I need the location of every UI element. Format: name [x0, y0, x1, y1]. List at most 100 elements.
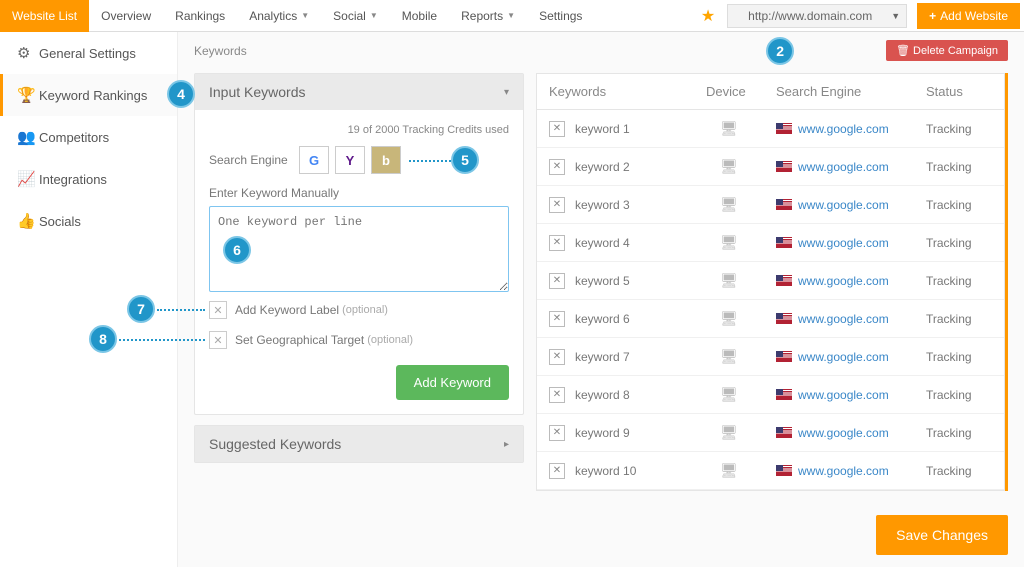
geo-target-row[interactable]: 8 ✕ Set Geographical Target(optional): [209, 325, 509, 355]
remove-keyword-button[interactable]: ✕: [549, 159, 565, 175]
us-flag-icon: [776, 199, 792, 210]
table-row: ✕keyword 4🖥www.google.comTracking: [537, 224, 1004, 262]
status-cell: Tracking: [914, 416, 1004, 450]
search-engine-link[interactable]: www.google.com: [798, 274, 889, 288]
keywords-table: Keywords Device Search Engine Status ✕ke…: [536, 73, 1005, 491]
table-row: ✕keyword 7🖥www.google.comTracking: [537, 338, 1004, 376]
save-changes-button[interactable]: Save Changes: [876, 515, 1008, 555]
remove-keyword-button[interactable]: ✕: [549, 463, 565, 479]
search-engine-link[interactable]: www.google.com: [798, 350, 889, 364]
engine-yahoo[interactable]: Y: [335, 146, 365, 174]
status-cell: Tracking: [914, 112, 1004, 146]
sidebar-item-general[interactable]: ⚙General Settings: [0, 32, 177, 74]
remove-keyword-button[interactable]: ✕: [549, 273, 565, 289]
us-flag-icon: [776, 275, 792, 286]
remove-keyword-button[interactable]: ✕: [549, 349, 565, 365]
suggested-keywords-panel: Suggested Keywords▸: [194, 425, 524, 463]
search-engine-link[interactable]: www.google.com: [798, 122, 889, 136]
engine-bing[interactable]: b: [371, 146, 401, 174]
monitor-icon: 🖥: [720, 196, 738, 213]
main-content: Keywords 🗑 Delete Campaign Input Keyword…: [178, 32, 1024, 567]
close-icon[interactable]: ✕: [209, 301, 227, 319]
monitor-icon: 🖥: [720, 386, 738, 403]
table-row: ✕ keyword 8 🖥 www.google.com Tracking: [537, 376, 1004, 414]
nav-reports[interactable]: Reports▼: [449, 0, 527, 32]
callout-6: 6: [223, 236, 251, 264]
chevron-down-icon: ▼: [891, 11, 900, 21]
monitor-icon: 🖥: [720, 158, 738, 175]
enter-keyword-label: Enter Keyword Manually: [209, 186, 509, 200]
us-flag-icon: [776, 351, 792, 362]
remove-keyword-button[interactable]: ✕: [549, 235, 565, 251]
remove-keyword-button[interactable]: ✕: [549, 197, 565, 213]
add-website-button[interactable]: +Add Website: [917, 3, 1020, 29]
delete-campaign-button[interactable]: 🗑 Delete Campaign: [886, 40, 1008, 61]
monitor-icon: 🖥: [720, 310, 738, 327]
add-label-row[interactable]: 7 ✕ Add Keyword Label(optional): [209, 295, 509, 325]
nav-overview[interactable]: Overview: [89, 0, 163, 32]
close-icon[interactable]: ✕: [209, 331, 227, 349]
keyword-cell: keyword 2: [575, 160, 630, 174]
sidebar-item-keyword-rankings[interactable]: 🏆Keyword Rankings 4: [0, 74, 177, 116]
star-icon[interactable]: ★: [689, 6, 727, 26]
table-row: ✕ keyword 3 🖥 www.google.com Tracking: [537, 186, 1004, 224]
keyword-textarea[interactable]: [209, 206, 509, 292]
input-keywords-header[interactable]: Input Keywords▾: [195, 74, 523, 110]
nav-rankings[interactable]: Rankings: [163, 0, 237, 32]
engine-google[interactable]: G: [299, 146, 329, 174]
keyword-cell: keyword 9: [575, 426, 630, 440]
us-flag-icon: [776, 313, 792, 324]
monitor-icon: 🖥: [720, 462, 738, 479]
search-engine-link[interactable]: www.google.com: [798, 464, 889, 478]
chevron-down-icon: ▾: [504, 87, 509, 98]
remove-keyword-button[interactable]: ✕: [549, 121, 565, 137]
sidebar-item-socials[interactable]: 👍Socials: [0, 200, 177, 242]
keyword-cell: keyword 7: [575, 350, 630, 364]
search-engine-link[interactable]: www.google.com: [798, 198, 889, 212]
nav-settings[interactable]: Settings: [527, 0, 594, 32]
callout-5: 5: [451, 146, 479, 174]
website-list-button[interactable]: Website List: [0, 0, 89, 32]
search-engine-link[interactable]: www.google.com: [798, 388, 889, 402]
keyword-cell: keyword 10: [575, 464, 636, 478]
search-engine-link[interactable]: www.google.com: [798, 312, 889, 326]
callout-2: 2: [766, 37, 794, 65]
callout-7: 7: [127, 295, 155, 323]
add-keyword-button[interactable]: Add Keyword: [396, 365, 509, 400]
keyword-cell: keyword 8: [575, 388, 630, 402]
trophy-icon: 🏆: [17, 86, 39, 104]
sidebar-item-competitors[interactable]: 👥Competitors: [0, 116, 177, 158]
table-row: ✕ keyword 10 🖥 www.google.com Tracking: [537, 452, 1004, 490]
status-cell: Tracking: [914, 188, 1004, 222]
nav-mobile[interactable]: Mobile: [390, 0, 449, 32]
domain-select[interactable]: http://www.domain.com▼ 2: [727, 4, 907, 28]
keyword-cell: keyword 1: [575, 122, 630, 136]
search-engine-link[interactable]: www.google.com: [798, 426, 889, 440]
remove-keyword-button[interactable]: ✕: [549, 311, 565, 327]
nav-analytics[interactable]: Analytics▼: [237, 0, 321, 32]
chevron-right-icon: ▸: [504, 439, 509, 450]
status-cell: Tracking: [914, 302, 1004, 336]
status-cell: Tracking: [914, 226, 1004, 260]
search-engine-link[interactable]: www.google.com: [798, 236, 889, 250]
status-cell: Tracking: [914, 378, 1004, 412]
monitor-icon: 🖥: [720, 234, 738, 251]
sidebar-item-integrations[interactable]: 📈Integrations: [0, 158, 177, 200]
status-cell: Tracking: [914, 454, 1004, 488]
remove-keyword-button[interactable]: ✕: [549, 425, 565, 441]
keyword-cell: keyword 5: [575, 274, 630, 288]
search-engine-link[interactable]: www.google.com: [798, 160, 889, 174]
remove-keyword-button[interactable]: ✕: [549, 387, 565, 403]
us-flag-icon: [776, 427, 792, 438]
monitor-icon: 🖥: [720, 120, 738, 137]
chart-icon: 📈: [17, 170, 39, 188]
keyword-cell: keyword 3: [575, 198, 630, 212]
input-keywords-panel: Input Keywords▾ 19 of 2000 Tracking Cred…: [194, 73, 524, 415]
callout-line: [119, 339, 205, 341]
table-row: ✕keyword 9🖥www.google.comTracking: [537, 414, 1004, 452]
th-status: Status: [914, 74, 1004, 109]
keyword-cell: keyword 6: [575, 312, 630, 326]
table-row: ✕keyword 2🖥www.google.comTracking: [537, 148, 1004, 186]
suggested-keywords-header[interactable]: Suggested Keywords▸: [195, 426, 523, 462]
nav-social[interactable]: Social▼: [321, 0, 390, 32]
